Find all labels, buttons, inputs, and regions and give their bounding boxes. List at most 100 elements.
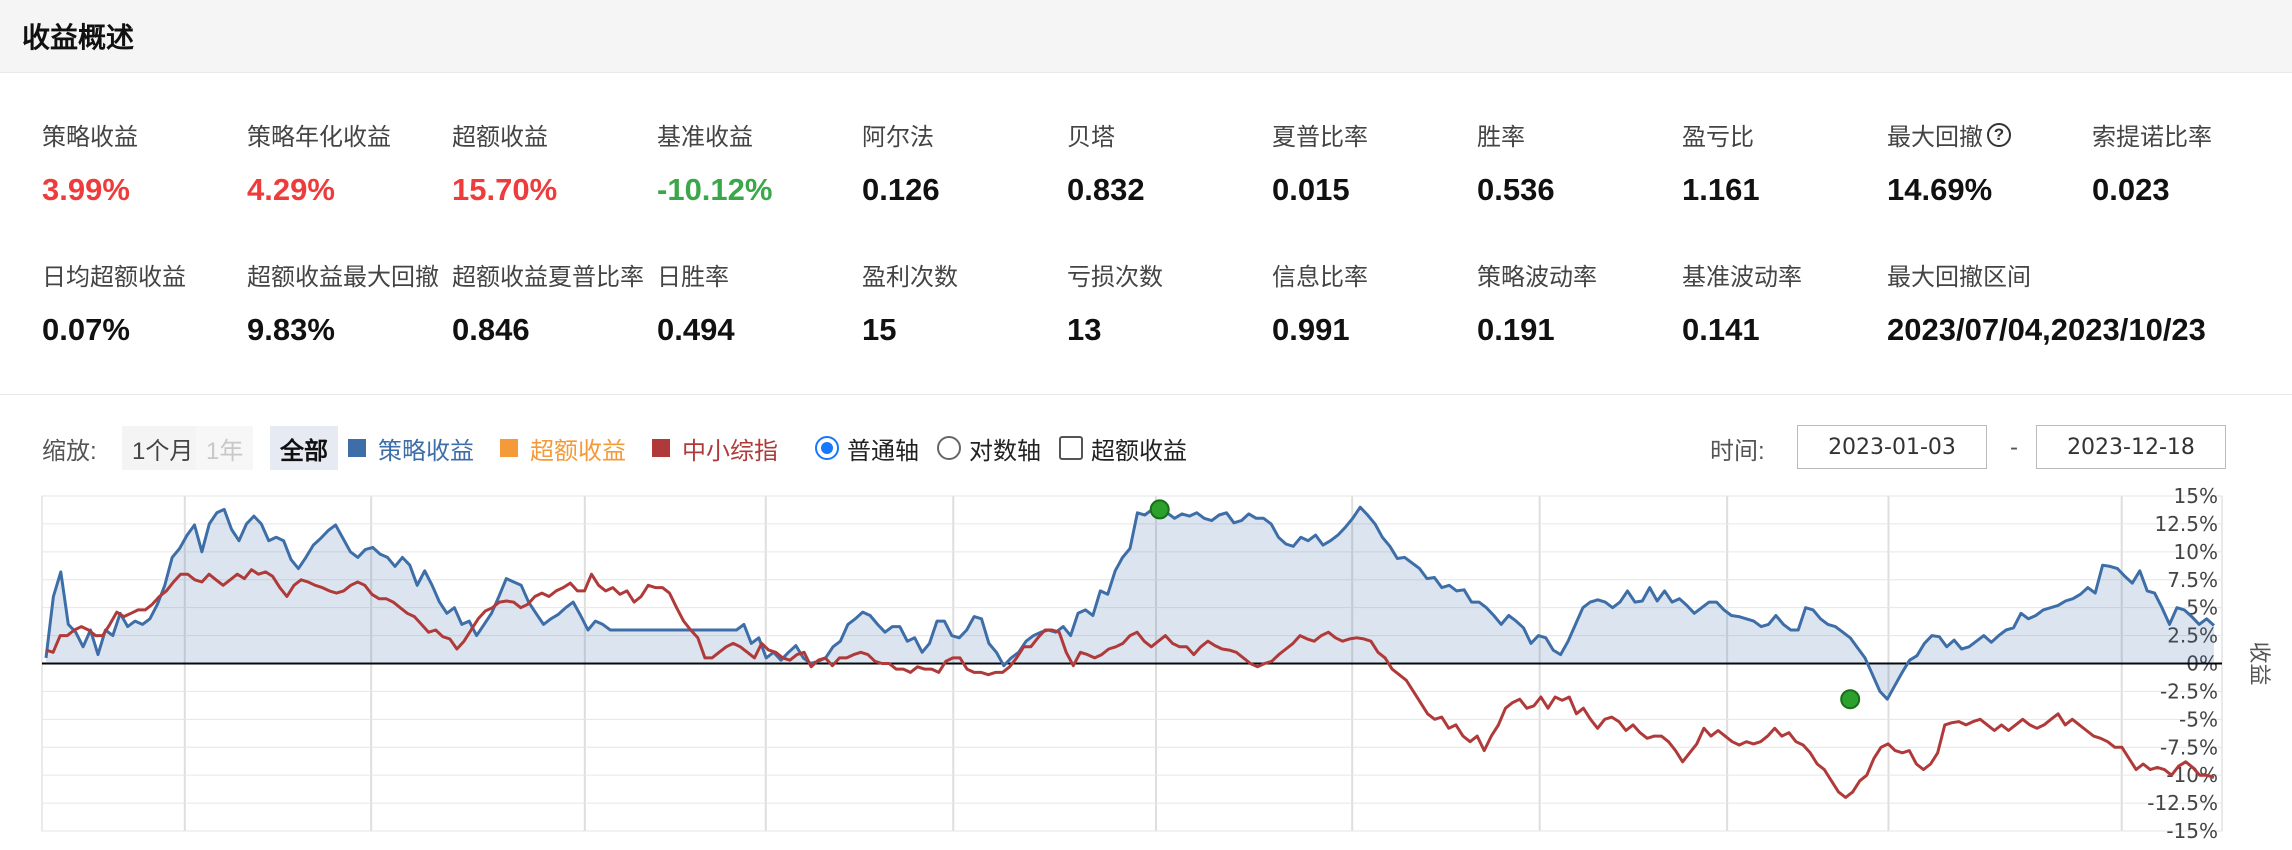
metric-win-rate: 胜率 0.536 (1477, 117, 1687, 208)
y-tick-label: 15% (2174, 484, 2218, 508)
metric-label: 亏损次数 (1067, 264, 1163, 291)
metric-label: 信息比率 (1272, 264, 1368, 291)
metric-value: 1.161 (1682, 172, 1760, 207)
zoom-all-button[interactable]: 全部 (270, 426, 338, 470)
date-from-input[interactable] (1797, 425, 1987, 469)
metric-value: 15 (862, 312, 897, 347)
metric-value: 4.29% (247, 172, 335, 207)
metric-value: 0.832 (1067, 172, 1145, 207)
zoom-1y-wrap: 1年 (196, 420, 254, 476)
legend-label-benchmark: 中小综指 (682, 437, 778, 465)
metric-label: 策略收益 (42, 124, 138, 151)
zoom-label: 缩放: (42, 437, 97, 465)
date-to-input[interactable] (2036, 425, 2226, 469)
legend-swatch-benchmark (652, 439, 670, 457)
date-separator: - (2010, 434, 2018, 461)
metric-excess-max-drawdown: 超额收益最大回撤 9.83% (247, 257, 457, 348)
section-header: 收益概述 (0, 0, 2292, 73)
metric-value: 0.494 (657, 312, 735, 347)
excess-toggle[interactable]: 超额收益 (1059, 420, 1187, 476)
metric-value: 0.126 (862, 172, 940, 207)
metric-label: 盈亏比 (1682, 124, 1754, 151)
axis-log-option[interactable]: 对数轴 (937, 420, 1041, 476)
metric-strategy-volatility: 策略波动率 0.191 (1477, 257, 1687, 348)
metric-profit-count: 盈利次数 15 (862, 257, 1072, 348)
zoom-1-year-button[interactable]: 1年 (196, 426, 254, 470)
drawdown-start-marker (1149, 499, 1170, 520)
y-tick-label: -2.5% (2160, 679, 2218, 703)
metric-label: 阿尔法 (862, 124, 934, 151)
zoom-1m-wrap: 1个月 (122, 420, 204, 476)
metric-value: 0.141 (1682, 312, 1760, 347)
help-icon[interactable]: ? (1987, 122, 2011, 147)
metric-value: 0.536 (1477, 172, 1555, 207)
y-tick-label: -7.5% (2160, 735, 2218, 759)
metrics-panel: 策略收益 3.99% 策略年化收益 4.29% 超额收益 15.70% 基准收益… (0, 73, 2292, 393)
y-tick-label: -12.5% (2147, 791, 2218, 815)
metric-sortino: 索提诺比率 0.023 (2092, 117, 2292, 208)
metric-label: 基准收益 (657, 124, 753, 151)
metric-label: 策略年化收益 (247, 124, 391, 151)
metric-label: 最大回撤区间 (1887, 264, 2031, 291)
metric-label: 日均超额收益 (42, 264, 186, 291)
y-tick-label: -15% (2166, 819, 2218, 843)
metric-sharpe: 夏普比率 0.015 (1272, 117, 1482, 208)
metric-value: 0.015 (1272, 172, 1350, 207)
metric-value: 13 (1067, 312, 1102, 347)
drawdown-end-marker (1840, 689, 1861, 710)
axis-log-radio[interactable] (937, 436, 961, 460)
metric-value: -10.12% (657, 172, 773, 207)
metric-value: 0.07% (42, 312, 130, 347)
metric-information-ratio: 信息比率 0.991 (1272, 257, 1482, 348)
y-tick-label: 7.5% (2167, 568, 2218, 592)
metric-value: 0.191 (1477, 312, 1555, 347)
metric-label: 超额收益 (452, 124, 548, 151)
metric-max-drawdown: 最大回撤 ? 14.69% (1887, 117, 2097, 208)
metric-beta: 贝塔 0.832 (1067, 117, 1277, 208)
axis-normal-option[interactable]: 普通轴 (815, 420, 919, 476)
metric-label: 日胜率 (657, 264, 729, 291)
metric-label: 最大回撤 ? (1887, 117, 2097, 152)
axis-log-label: 对数轴 (969, 437, 1041, 465)
returns-chart: 15%12.5%10%7.5%5%2.5%0%-2.5%-5%-7.5%-10%… (41, 484, 2271, 843)
metric-strategy-return: 策略收益 3.99% (42, 117, 252, 208)
metric-label: 贝塔 (1067, 124, 1115, 151)
legend-label-excess: 超额收益 (530, 437, 626, 465)
metric-value: 14.69% (1887, 172, 1993, 207)
legend-label-strategy: 策略收益 (378, 437, 474, 465)
metric-label: 夏普比率 (1272, 124, 1368, 151)
metric-excess-return: 超额收益 15.70% (452, 117, 662, 208)
metric-benchmark-return: 基准收益 -10.12% (657, 117, 867, 208)
legend-strategy[interactable]: 策略收益 (348, 420, 474, 476)
legend-excess[interactable]: 超额收益 (500, 420, 626, 476)
metric-label: 超额收益夏普比率 (452, 264, 644, 291)
section-divider (0, 394, 2292, 395)
metric-label-text: 最大回撤 (1887, 124, 1983, 151)
axis-normal-radio[interactable] (815, 436, 839, 460)
metric-label: 盈利次数 (862, 264, 958, 291)
zoom-1-month-button[interactable]: 1个月 (122, 426, 204, 470)
metric-daily-win-rate: 日胜率 0.494 (657, 257, 867, 348)
excess-checkbox[interactable] (1059, 436, 1083, 460)
legend-benchmark[interactable]: 中小综指 (652, 420, 778, 476)
y-tick-label: -5% (2179, 707, 2218, 731)
metric-label: 索提诺比率 (2092, 124, 2212, 151)
metric-label: 胜率 (1477, 124, 1525, 151)
metric-loss-count: 亏损次数 13 (1067, 257, 1277, 348)
metric-label: 基准波动率 (1682, 264, 1802, 291)
metric-value: 15.70% (452, 172, 558, 207)
chart-toolbar: 缩放: 1个月 1年 全部 策略收益 超额收益 中小综指 普通轴 对数轴 超额收… (0, 420, 2292, 476)
metric-label: 超额收益最大回撤 (247, 264, 439, 291)
metric-excess-sharpe: 超额收益夏普比率 0.846 (452, 257, 662, 348)
metric-max-drawdown-period: 最大回撤区间 2023/07/04,2023/10/23 (1887, 257, 2287, 348)
metric-alpha: 阿尔法 0.126 (862, 117, 1072, 208)
metric-value: 0.023 (2092, 172, 2170, 207)
metric-value: 3.99% (42, 172, 130, 207)
y-tick-label: 12.5% (2154, 512, 2218, 536)
axis-normal-label: 普通轴 (847, 437, 919, 465)
metric-label: 策略波动率 (1477, 264, 1597, 291)
metric-annualized-return: 策略年化收益 4.29% (247, 117, 457, 208)
y-axis-label: 收益 (2246, 641, 2271, 685)
section-title: 收益概述 (22, 22, 135, 53)
metric-benchmark-volatility: 基准波动率 0.141 (1682, 257, 1892, 348)
